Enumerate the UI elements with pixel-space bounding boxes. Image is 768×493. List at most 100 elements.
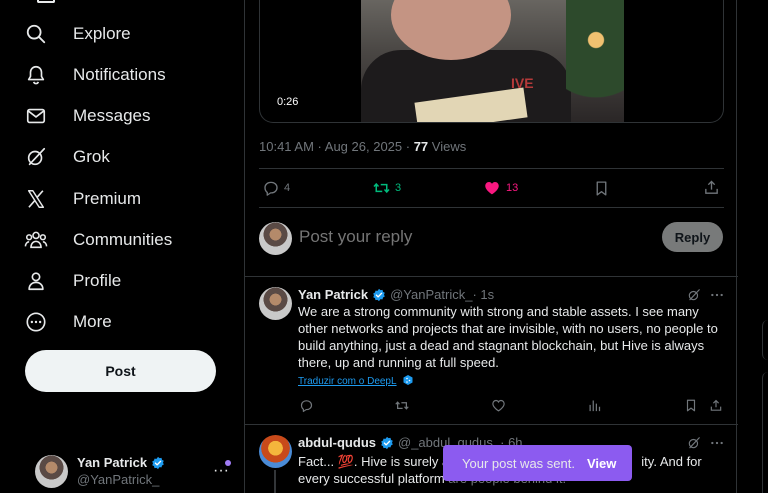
tweet-meta: 10:41 AM · Aug 26, 2025 · 77 Views: [259, 139, 466, 154]
nav-more-label: More: [73, 312, 112, 331]
video-shirt-text: IVE: [511, 75, 534, 91]
reply-button[interactable]: Reply: [662, 222, 723, 252]
divider: [259, 207, 724, 208]
grok-icon: [24, 145, 48, 169]
share-button[interactable]: [703, 179, 720, 196]
nav-messages-label: Messages: [73, 106, 151, 125]
divider: [259, 168, 724, 169]
x-logo-icon: [24, 187, 48, 211]
bookmark-icon: [684, 398, 698, 413]
share-icon: [703, 179, 720, 196]
bell-icon: [24, 63, 48, 87]
verified-badge-icon: [372, 288, 386, 302]
nav-grok-label: Grok: [73, 147, 110, 166]
toast-notification: Your post was sent. View: [443, 445, 632, 481]
views-action[interactable]: [587, 398, 602, 413]
post-text-end: ity. And for: [641, 454, 702, 469]
nav-notifications-label: Notifications: [73, 65, 166, 84]
repost-count: 3: [395, 182, 402, 194]
nav-notifications[interactable]: Notifications: [24, 57, 166, 93]
video-player[interactable]: IVE 0:26: [259, 0, 724, 123]
divider: [245, 424, 738, 425]
post-time[interactable]: · 1s: [472, 287, 494, 302]
avatar: [259, 222, 292, 255]
verified-badge-icon: [151, 456, 165, 470]
post-text-start: Fact... 💯. Hive is surely a: [298, 454, 450, 469]
search-icon: [24, 22, 48, 46]
more-circle-icon: [24, 310, 48, 334]
avatar[interactable]: [259, 287, 292, 320]
envelope-icon: [24, 104, 48, 128]
repost-action[interactable]: [394, 398, 410, 413]
toast-message: Your post was sent.: [462, 455, 575, 471]
account-switcher[interactable]: Yan Patrick @YanPatrick_ ···: [35, 452, 235, 490]
nav-explore-label: Explore: [73, 24, 131, 43]
bookmark-button[interactable]: [593, 180, 610, 197]
post-author-name[interactable]: Yan Patrick: [298, 287, 368, 302]
video-duration: 0:26: [277, 96, 299, 108]
views-count: 77: [413, 139, 429, 154]
video-christmas-tree: [566, 0, 624, 122]
reply-count: 4: [284, 182, 291, 194]
nav-explore[interactable]: Explore: [24, 16, 131, 52]
verified-badge-icon: [380, 436, 394, 450]
toast-view-button[interactable]: View: [587, 456, 616, 471]
nav-more[interactable]: More: [24, 304, 112, 340]
meta-sep: ·: [402, 139, 414, 154]
left-navigation: Explore Notifications Messages Grok Prem…: [0, 0, 244, 493]
repost-action[interactable]: 3: [372, 179, 401, 197]
share-button[interactable]: [709, 398, 723, 413]
heart-filled-icon: [483, 179, 501, 197]
post-author-handle[interactable]: @YanPatrick_: [390, 287, 472, 302]
right-panel-edge: [762, 372, 768, 493]
views-label: Views: [431, 139, 467, 154]
person-icon: [24, 269, 48, 293]
nav-profile-label: Profile: [73, 271, 122, 290]
avatar[interactable]: [259, 435, 292, 468]
nav-grok[interactable]: Grok: [24, 139, 110, 175]
nav-communities[interactable]: Communities: [24, 222, 172, 258]
reply-input[interactable]: [299, 227, 649, 247]
thread-line: [274, 470, 276, 493]
post-text: We are a strong community with strong an…: [298, 304, 718, 370]
translate-link[interactable]: Traduzir com o DeepL: [298, 374, 414, 389]
reply-composer: Reply: [259, 222, 724, 256]
account-name: Yan Patrick: [77, 455, 148, 470]
reply-icon: [299, 398, 314, 413]
notification-dot: [225, 460, 231, 466]
nav-profile[interactable]: Profile: [24, 263, 121, 299]
like-action[interactable]: 13: [483, 179, 518, 197]
translate-link-label: Traduzir com o DeepL: [298, 376, 397, 387]
post-text-line2: every successful platform: [298, 471, 445, 486]
divider: [245, 276, 738, 277]
repost-icon: [372, 179, 391, 197]
like-count: 13: [506, 182, 519, 194]
reply-action[interactable]: [299, 398, 314, 413]
repost-icon: [394, 398, 410, 413]
share-icon: [709, 398, 723, 413]
tweet-time[interactable]: 10:41 AM: [259, 139, 314, 154]
like-action[interactable]: [491, 398, 506, 413]
home-icon-partial[interactable]: [37, 0, 55, 3]
nav-communities-label: Communities: [73, 230, 173, 249]
right-panel-edge: [762, 320, 768, 360]
nav-premium[interactable]: Premium: [24, 181, 141, 217]
meta-sep: ·: [313, 139, 325, 154]
post-button[interactable]: Post: [25, 350, 216, 392]
avatar: [35, 454, 68, 488]
account-handle: @YanPatrick_: [77, 472, 160, 487]
bookmark-button[interactable]: [684, 398, 698, 413]
tweet-date[interactable]: Aug 26, 2025: [325, 139, 402, 154]
nav-messages[interactable]: Messages: [24, 98, 150, 134]
communities-icon: [24, 228, 48, 252]
post-author-name[interactable]: abdul-qudus: [298, 435, 376, 450]
heart-icon: [491, 398, 506, 413]
main-timeline: IVE 0:26 10:41 AM · Aug 26, 2025 · 77 Vi…: [244, 0, 738, 493]
reply-action[interactable]: 4: [262, 179, 290, 197]
bar-chart-icon: [587, 398, 602, 413]
nav-premium-label: Premium: [73, 189, 142, 208]
reply-icon: [262, 179, 280, 197]
deepl-icon: [402, 374, 414, 389]
video-frame[interactable]: IVE: [361, 0, 624, 122]
bookmark-icon: [593, 180, 610, 197]
